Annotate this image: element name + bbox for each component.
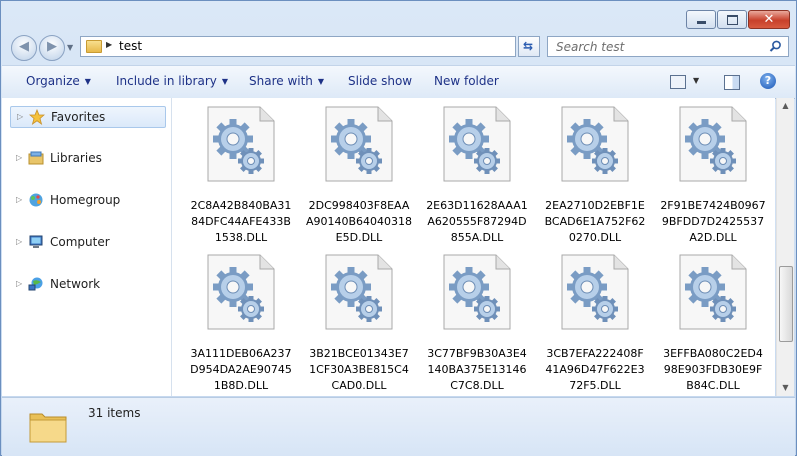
network-icon: [28, 277, 43, 291]
details-pane: 31 items: [2, 397, 795, 456]
expand-icon[interactable]: ▷: [16, 279, 22, 288]
close-button[interactable]: ✕: [748, 10, 790, 29]
navigation-pane: ▷ Favorites ▷ Libraries ▷ Homegroup ▷ Co…: [2, 98, 172, 396]
folder-icon: [29, 413, 67, 443]
include-in-library-button[interactable]: Include in library ▼: [116, 74, 228, 88]
explorer-window: ✕ ◀ ▶ ▼ ▶ test ⇆ Search test Organize ▼ I…: [0, 0, 797, 456]
sidebar-item-computer[interactable]: ▷ Computer: [10, 232, 166, 254]
forward-button[interactable]: ▶: [39, 35, 65, 61]
address-path[interactable]: test: [119, 39, 142, 53]
search-icon[interactable]: [769, 40, 782, 53]
star-icon: [29, 109, 45, 125]
file-name: 2EA2710D2EBF1E BCAD6E1A752F62 0270.DLL: [544, 199, 646, 244]
share-with-button[interactable]: Share with ▼: [249, 74, 324, 88]
file-name: 2DC998403F8EAA A90140B64040318 E5D.DLL: [305, 199, 413, 244]
recent-pages-dropdown[interactable]: ▼: [67, 43, 73, 52]
maximize-button[interactable]: [717, 10, 747, 29]
sidebar-item-homegroup[interactable]: ▷ Homegroup: [10, 190, 166, 212]
command-bar: Organize ▼ Include in library ▼ Share with…: [2, 65, 795, 99]
search-box[interactable]: Search test: [547, 36, 789, 57]
forward-arrow-icon: ▶: [47, 39, 57, 54]
file-name: 2E63D11628AAA1 A620555F87294D 855A.DLL: [426, 199, 528, 244]
dll-file-icon: [443, 254, 511, 330]
slide-show-button[interactable]: Slide show: [348, 74, 412, 88]
file-name: 3CB7EFA222408F 41A96D47F622E3 72F5.DLL: [545, 347, 645, 392]
address-bar[interactable]: ▶ test: [80, 36, 516, 57]
file-name: 2F91BE7424B0967 9BFDD7D2425537 A2D.DLL: [660, 199, 766, 244]
expand-icon[interactable]: ▷: [17, 112, 23, 121]
dll-file-icon: [207, 254, 275, 330]
item-count: 31 items: [88, 406, 141, 420]
file-list: 2C8A42B840BA31 84DFC44AFE433B 1538.DLL 2…: [172, 98, 775, 396]
scroll-down-icon[interactable]: ▼: [778, 380, 793, 396]
dll-file-icon: [561, 254, 629, 330]
dll-file-icon: [443, 106, 511, 182]
sidebar-item-libraries[interactable]: ▷ Libraries: [10, 148, 166, 170]
scroll-up-icon[interactable]: ▲: [778, 98, 793, 114]
computer-icon: [29, 235, 43, 248]
chevron-down-icon: ▼: [317, 77, 325, 86]
search-input[interactable]: Search test: [556, 40, 624, 54]
new-folder-button[interactable]: New folder: [434, 74, 499, 88]
chevron-down-icon: ▼: [221, 77, 229, 86]
dll-file-icon: [207, 106, 275, 182]
expand-icon[interactable]: ▷: [16, 153, 22, 162]
minimize-button[interactable]: [686, 10, 716, 29]
preview-pane-icon[interactable]: [724, 75, 740, 90]
back-arrow-icon: ◀: [19, 39, 29, 54]
expand-icon[interactable]: ▷: [16, 195, 22, 204]
breadcrumb-arrow-icon[interactable]: ▶: [106, 40, 112, 49]
close-icon: ✕: [763, 12, 775, 27]
scroll-thumb[interactable]: [779, 266, 793, 342]
dll-file-icon: [325, 254, 393, 330]
file-name: 3B21BCE01343E7 1CF30A3BE815C4 CAD0.DLL: [309, 347, 409, 392]
expand-icon[interactable]: ▷: [16, 237, 22, 246]
vertical-scrollbar[interactable]: ▲ ▼: [776, 98, 794, 396]
file-name: 2C8A42B840BA31 84DFC44AFE433B 1538.DLL: [190, 199, 292, 244]
libraries-icon: [28, 151, 44, 165]
file-name: 3EFFBA080C2ED4 98E903FDB30E9F B84C.DLL: [663, 347, 763, 392]
help-icon[interactable]: ?: [760, 73, 776, 89]
homegroup-icon: [29, 193, 43, 207]
file-name: 3A111DEB06A237 D954DA2AE90745 1B8D.DLL: [190, 347, 292, 392]
file-name: 3C77BF9B30A3E4 140BA375E13146 C7C8.DLL: [427, 347, 527, 392]
back-button[interactable]: ◀: [11, 35, 37, 61]
refresh-icon: ⇆: [523, 39, 534, 53]
dll-file-icon: [325, 106, 393, 182]
dll-file-icon: [679, 254, 747, 330]
organize-button[interactable]: Organize ▼: [26, 74, 91, 88]
folder-icon: [86, 40, 102, 53]
dll-file-icon: [679, 106, 747, 182]
maximize-icon: [726, 14, 738, 25]
dll-file-icon: [561, 106, 629, 182]
view-options-dropdown[interactable]: ▼: [693, 76, 699, 85]
chevron-down-icon: ▼: [84, 77, 91, 86]
refresh-button[interactable]: ⇆: [518, 36, 540, 57]
caption-buttons: ✕: [685, 10, 790, 29]
sidebar-item-favorites[interactable]: ▷ Favorites: [10, 106, 166, 128]
change-view-icon[interactable]: [670, 75, 686, 89]
minimize-icon: [696, 21, 706, 24]
sidebar-item-network[interactable]: ▷ Network: [10, 274, 166, 296]
